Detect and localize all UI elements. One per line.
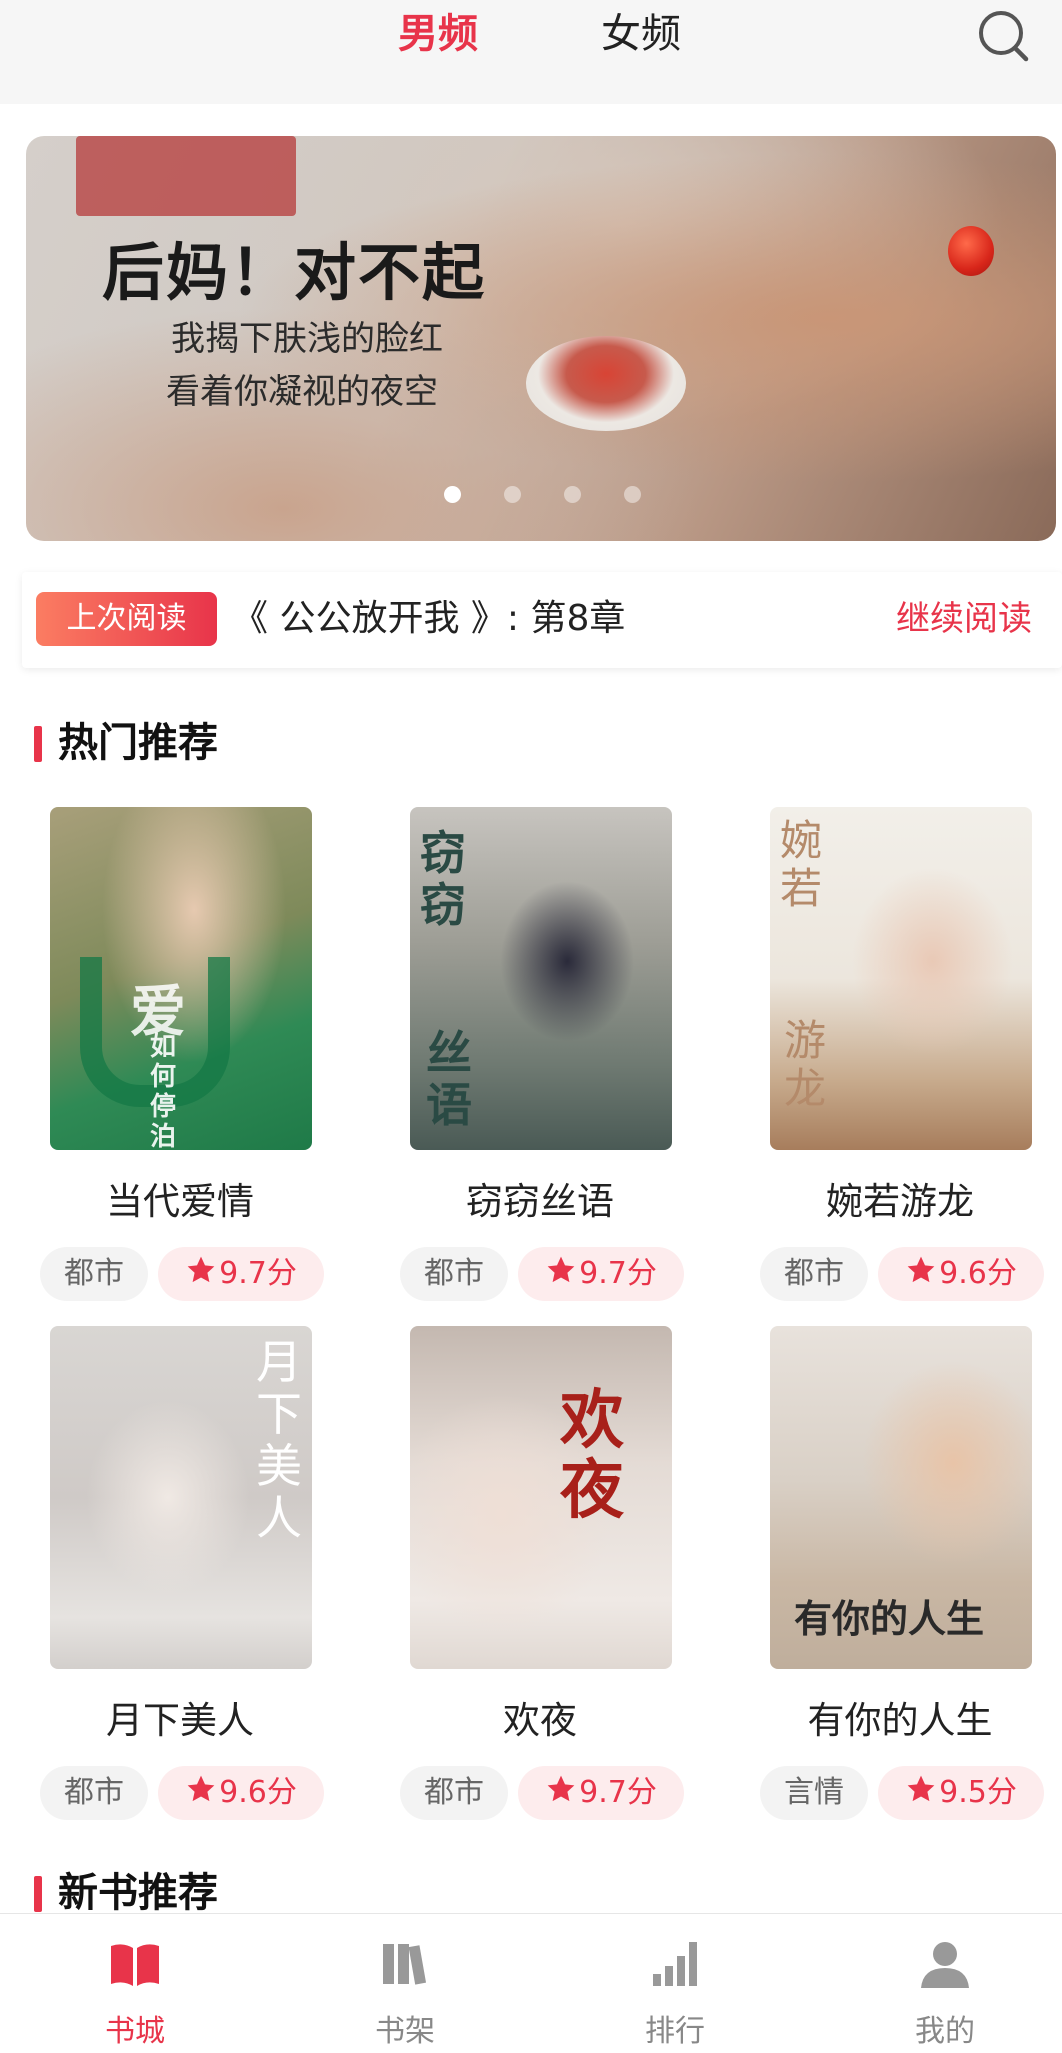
section-title: 热门推荐 [58,720,218,766]
nav-label: 排行 [645,2014,705,2049]
section-title: 新书推荐 [58,1870,218,1916]
last-read-book[interactable]: 《 公公放开我 》: 第8章 [232,590,625,648]
carousel-dot[interactable] [564,486,581,503]
cover-subtitle-text: 游龙 [784,1016,827,1113]
nav-item-profile[interactable]: 我的 [845,1914,1045,2053]
bar-chart-icon [653,1942,697,1986]
score-tag: 9.7分 [518,1247,684,1301]
score-value: 9.6分 [219,1775,297,1810]
star-icon [187,1775,215,1802]
search-icon[interactable] [976,8,1032,64]
score-tag: 9.7分 [518,1766,684,1820]
score-value: 9.7分 [219,1256,297,1291]
top-bar: 男频 女频 [0,0,1062,104]
score-value: 9.7分 [579,1256,657,1291]
cover-title-text: 欢夜 [560,1384,624,1528]
book-open-icon [111,1944,159,1986]
score-tag: 9.5分 [878,1766,1044,1820]
nav-label: 我的 [915,2014,975,2049]
banner-decoration [948,226,994,276]
star-icon [547,1256,575,1283]
star-icon [907,1775,935,1802]
score-value: 9.7分 [579,1775,657,1810]
genre-tag: 言情 [760,1766,868,1820]
cover-subtitle-text: 如何停泊 [150,1032,177,1150]
book-card[interactable]: 窃窃 丝语 窃窃丝语 都市 9.7分 [390,807,690,1307]
book-cover[interactable]: 欢夜 [410,1326,672,1669]
tab-male[interactable]: 男频 [398,8,478,60]
star-icon [187,1256,215,1283]
banner-decoration [526,336,686,431]
genre-tag: 都市 [400,1766,508,1820]
book-title[interactable]: 月下美人 [30,1698,330,1744]
cover-title-text: 婉若 [780,816,823,913]
genre-tag: 都市 [40,1766,148,1820]
carousel-dot[interactable] [444,486,461,503]
banner-decoration [76,136,296,216]
book-card[interactable]: 有你的人生 有你的人生 言情 9.5分 [750,1326,1050,1826]
nav-label: 书架 [375,2014,435,2049]
score-tag: 9.7分 [158,1247,324,1301]
nav-item-ranking[interactable]: 排行 [575,1914,775,2053]
book-cover[interactable]: 有你的人生 [770,1326,1032,1669]
section-accent-bar [34,1876,42,1912]
score-value: 9.6分 [939,1256,1017,1291]
score-tag: 9.6分 [158,1766,324,1820]
book-cover[interactable]: 月下美人 [50,1326,312,1669]
bookshelf-icon [383,1944,427,1985]
book-cover[interactable]: 爱 如何停泊 [50,807,312,1150]
nav-item-bookshelf[interactable]: 书架 [305,1914,505,2053]
cover-title-text: 月下美人 [256,1335,302,1545]
banner-subtitle: 看着你凝视的夜空 [166,372,438,412]
star-icon [907,1256,935,1283]
bottom-nav: 书城 书架 排行 我的 [0,1913,1062,2053]
genre-tag: 都市 [400,1247,508,1301]
user-icon [921,1942,969,1988]
book-title[interactable]: 欢夜 [390,1698,690,1744]
cover-title-text: 有你的人生 [794,1597,985,1641]
book-card[interactable]: 月下美人 月下美人 都市 9.6分 [30,1326,330,1826]
banner-subtitle: 我揭下肤浅的脸红 [171,319,443,359]
book-title[interactable]: 婉若游龙 [750,1179,1050,1225]
tab-female[interactable]: 女频 [601,8,681,60]
book-title[interactable]: 有你的人生 [750,1698,1050,1744]
cover-subtitle-text: 丝语 [426,1026,472,1132]
banner-title: 后妈！对不起 [102,236,487,309]
carousel-indicator [444,486,641,504]
book-cover[interactable]: 婉若 游龙 [770,807,1032,1150]
genre-tag: 都市 [40,1247,148,1301]
last-read-badge: 上次阅读 [36,592,217,646]
book-card[interactable]: 爱 如何停泊 当代爱情 都市 9.7分 [30,807,330,1307]
cover-title-text: 窃窃 [420,826,466,932]
continue-reading-link[interactable]: 继续阅读 [896,590,1032,648]
nav-item-bookstore[interactable]: 书城 [35,1914,235,2053]
banner-carousel[interactable]: 后妈！对不起 我揭下肤浅的脸红 看着你凝视的夜空 [26,136,1056,541]
score-tag: 9.6分 [878,1247,1044,1301]
carousel-dot[interactable] [624,486,641,503]
section-accent-bar [34,726,42,762]
last-read-bar[interactable]: 上次阅读 《 公公放开我 》: 第8章 继续阅读 [22,572,1062,668]
nav-label: 书城 [105,2014,165,2049]
book-card[interactable]: 欢夜 欢夜 都市 9.7分 [390,1326,690,1826]
star-icon [547,1775,575,1802]
book-title[interactable]: 窃窃丝语 [390,1179,690,1225]
genre-tag: 都市 [760,1247,868,1301]
score-value: 9.5分 [939,1775,1017,1810]
book-cover[interactable]: 窃窃 丝语 [410,807,672,1150]
book-title[interactable]: 当代爱情 [30,1179,330,1225]
carousel-dot[interactable] [504,486,521,503]
book-card[interactable]: 婉若 游龙 婉若游龙 都市 9.6分 [750,807,1050,1307]
